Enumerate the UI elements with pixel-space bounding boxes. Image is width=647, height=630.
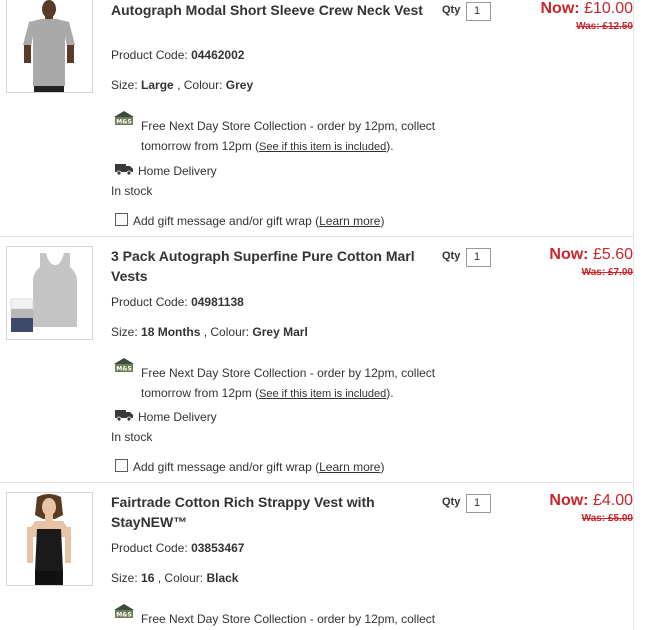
- store-collection-text: Free Next Day Store Collection - order b…: [141, 366, 436, 400]
- product-photo-marl-vests: [7, 247, 92, 339]
- store-collection-text: Free Next Day Store Collection - order b…: [141, 119, 436, 153]
- size-value: 16: [141, 571, 155, 585]
- size-colour: Size: 18 Months , Colour: Grey Marl: [111, 325, 308, 339]
- svg-text:M&S: M&S: [116, 119, 132, 126]
- svg-text:M&S: M&S: [116, 612, 132, 619]
- gift-label[interactable]: Add gift message and/or gift wrap (Learn…: [133, 214, 384, 228]
- now-amount: £4.00: [592, 492, 633, 509]
- now-label: Now:: [549, 492, 589, 509]
- was-price: Was: £12.50: [576, 21, 633, 32]
- now-label: Now:: [549, 246, 589, 263]
- now-price: Now: £10.00: [541, 0, 634, 18]
- now-label: Now:: [540, 0, 580, 17]
- product-code-value: 04462002: [191, 48, 245, 62]
- product-image[interactable]: [6, 0, 93, 93]
- size-value: 18 Months: [141, 325, 201, 339]
- colour-value: Grey Marl: [252, 325, 308, 339]
- see-if-included-link[interactable]: See if this item is included: [259, 141, 386, 153]
- ms-store-icon: M&S: [114, 604, 134, 619]
- learn-more-link[interactable]: Learn more: [319, 460, 380, 474]
- gift-checkbox[interactable]: [115, 213, 128, 226]
- size-label: Size:: [111, 571, 138, 585]
- item-divider: [0, 236, 633, 237]
- product-image[interactable]: [6, 246, 93, 340]
- product-code-label: Product Code:: [111, 295, 188, 309]
- product-code-value: 03853467: [191, 541, 245, 555]
- was-price: Was: £7.00: [581, 267, 633, 278]
- qty-label: Qty: [442, 496, 461, 508]
- product-title[interactable]: Fairtrade Cotton Rich Strappy Vest with …: [111, 492, 431, 532]
- product-title[interactable]: Autograph Modal Short Sleeve Crew Neck V…: [111, 0, 431, 20]
- svg-text:M&S: M&S: [116, 366, 132, 373]
- home-delivery-label: Home Delivery: [138, 164, 217, 178]
- now-price: Now: £4.00: [549, 492, 633, 510]
- colour-value: Black: [206, 571, 239, 585]
- stock-status: In stock: [111, 430, 153, 444]
- product-photo-black-strappy-vest-model: [7, 493, 92, 585]
- was-price: Was: £5.00: [581, 513, 633, 524]
- qty-label: Qty: [442, 250, 461, 262]
- now-price: Now: £5.60: [549, 246, 633, 264]
- product-title[interactable]: 3 Pack Autograph Superfine Pure Cotton M…: [111, 246, 431, 286]
- colour-label: , Colour:: [203, 325, 250, 339]
- gift-checkbox[interactable]: [115, 459, 128, 472]
- product-image[interactable]: [6, 492, 93, 586]
- store-collection-text: Free Next Day Store Collection - order b…: [141, 612, 436, 626]
- qty-input[interactable]: 1: [466, 2, 491, 21]
- product-code-label: Product Code:: [111, 541, 188, 555]
- content-right-border: [633, 0, 634, 630]
- item-divider: [0, 482, 633, 483]
- size-colour: Size: Large , Colour: Grey: [111, 78, 253, 92]
- product-code: Product Code: 04462002: [111, 48, 244, 62]
- colour-label: , Colour:: [177, 78, 223, 92]
- qty-label: Qty: [442, 4, 461, 16]
- colour-value: Grey: [225, 78, 254, 92]
- product-code-label: Product Code:: [111, 48, 188, 62]
- now-amount: £10.00: [584, 0, 633, 17]
- basket-item: Autograph Modal Short Sleeve Crew Neck V…: [0, 0, 633, 236]
- basket-item: 3 Pack Autograph Superfine Pure Cotton M…: [0, 246, 633, 482]
- size-label: Size:: [111, 78, 138, 92]
- size-colour: Size: 16 , Colour: Black: [111, 571, 238, 585]
- learn-more-link[interactable]: Learn more: [319, 214, 380, 228]
- delivery-van-icon: [115, 164, 133, 175]
- stock-status: In stock: [111, 184, 153, 198]
- ms-store-icon: M&S: [114, 111, 134, 126]
- home-delivery-label: Home Delivery: [138, 410, 217, 424]
- colour-label: , Colour:: [157, 571, 204, 585]
- size-value: Large: [141, 78, 174, 92]
- product-photo-grey-tshirt-model: [7, 0, 92, 92]
- gift-label[interactable]: Add gift message and/or gift wrap (Learn…: [133, 460, 384, 474]
- product-code-value: 04981138: [191, 295, 244, 309]
- product-code: Product Code: 04981138: [111, 295, 244, 309]
- now-amount: £5.60: [592, 246, 633, 263]
- basket-item: Fairtrade Cotton Rich Strappy Vest with …: [0, 492, 633, 630]
- size-label: Size:: [111, 325, 138, 339]
- see-if-included-link[interactable]: See if this item is included: [259, 388, 386, 400]
- qty-input[interactable]: 1: [466, 494, 491, 513]
- ms-store-icon: M&S: [114, 358, 134, 373]
- product-code: Product Code: 03853467: [111, 541, 244, 555]
- delivery-van-icon: [115, 410, 133, 421]
- qty-input[interactable]: 1: [466, 248, 491, 267]
